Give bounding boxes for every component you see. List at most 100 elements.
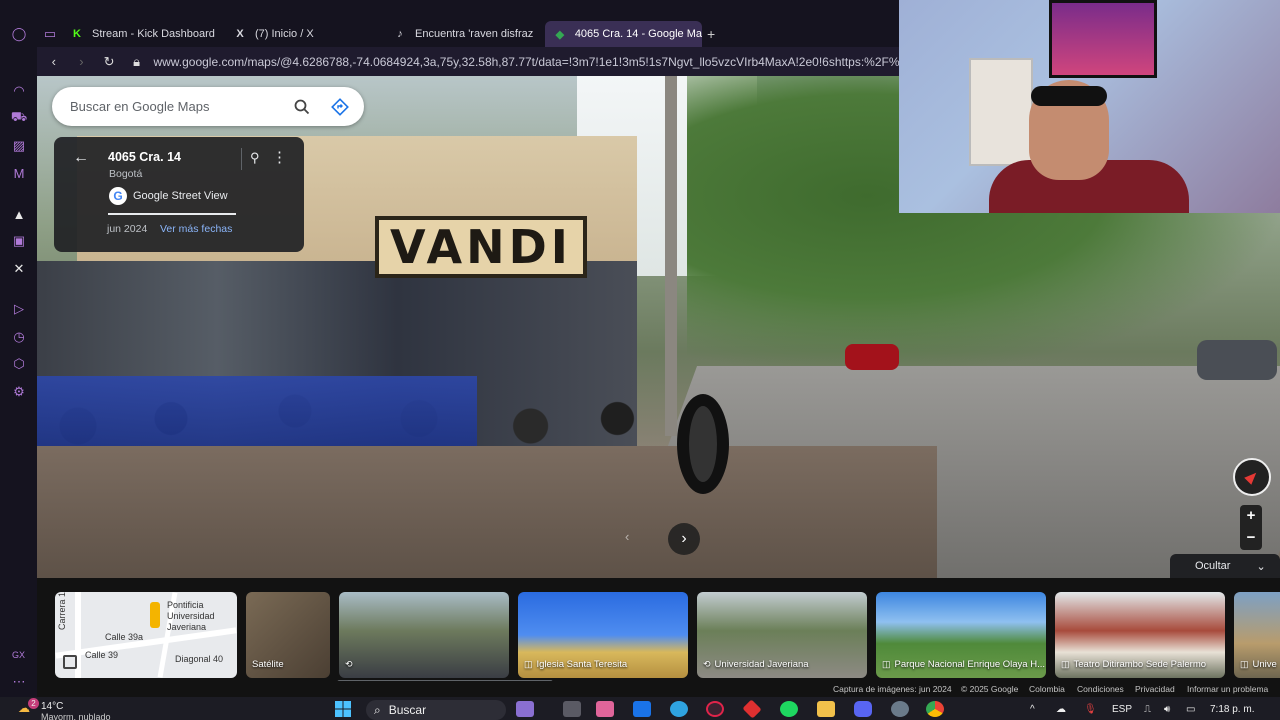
taskbar-search[interactable]: ⌕ Buscar: [366, 700, 506, 720]
extensions-icon[interactable]: ⬡: [11, 356, 27, 372]
thumbnail-parque[interactable]: ◫ Parque Nacional Enrique Olaya H...: [876, 592, 1046, 678]
tab-google-maps[interactable]: ◆ 4065 Cra. 14 - Google Ma: [545, 21, 702, 47]
copilot-icon[interactable]: [516, 701, 534, 717]
copilot-app-icon[interactable]: [596, 701, 614, 717]
thumbnail-universidad[interactable]: ⟲ Universidad Javeriana: [697, 592, 867, 678]
network-icon[interactable]: ⎍: [1144, 701, 1151, 717]
task-view-icon[interactable]: [563, 701, 581, 717]
thumbnail-label: ◫ Teatro Ditirambo Sede Palermo: [1061, 659, 1207, 670]
map-label: Pontificia: [167, 600, 204, 610]
tray-chevron-up-icon[interactable]: ^: [1030, 701, 1035, 717]
next-arrow-icon[interactable]: ›: [668, 523, 700, 555]
thumbnail-teatro[interactable]: ◫ Teatro Ditirambo Sede Palermo: [1055, 592, 1225, 678]
privacy-link[interactable]: Privacidad: [1135, 684, 1175, 694]
app-icon[interactable]: [891, 701, 909, 717]
chrome-icon[interactable]: [926, 701, 944, 717]
more-vert-icon[interactable]: ⋮: [272, 148, 287, 166]
opera-logo-icon[interactable]: ◯: [11, 26, 27, 42]
hype-icon[interactable]: ▨: [11, 138, 27, 154]
divider: [241, 148, 242, 170]
map-label: Javeriana: [167, 622, 207, 632]
language-indicator[interactable]: ESP: [1112, 701, 1132, 717]
tab-tiktok[interactable]: ♪ Encuentra 'raven disfraz: [385, 21, 535, 47]
thumbnail-label: ⟲: [345, 659, 357, 670]
maps-search-input[interactable]: [70, 99, 280, 114]
place-city: Bogotá: [109, 168, 143, 180]
report-link[interactable]: Informar un problema: [1187, 684, 1268, 694]
prev-arrow-icon[interactable]: ‹: [625, 529, 629, 544]
place-title: 4065 Cra. 14: [108, 150, 181, 164]
maps-footer: Captura de imágenes: jun 2024 © 2025 Goo…: [37, 681, 1280, 697]
zoom-in-button[interactable]: +: [1240, 505, 1262, 527]
thumbnail-partial[interactable]: ◫ Unive: [1234, 592, 1280, 678]
hide-label: Ocultar: [1195, 560, 1231, 572]
photo-icon: ◫: [1061, 659, 1070, 669]
clock[interactable]: 7:18 p. m.: [1210, 701, 1254, 717]
thumbnail-current[interactable]: ⟲: [339, 592, 509, 678]
thumbnail-satelite[interactable]: Satélite: [246, 592, 330, 678]
history-icon[interactable]: ◷: [11, 329, 27, 345]
lock-icon: 🔒︎: [133, 53, 141, 69]
app-icon[interactable]: [742, 699, 762, 719]
tab-label: Encuentra 'raven disfraz: [415, 28, 534, 40]
new-tab-icon[interactable]: +: [707, 26, 715, 42]
tab-x[interactable]: X (7) Inicio / X: [225, 21, 380, 47]
hide-thumbnails-button[interactable]: Ocultar ⌄: [1170, 554, 1280, 578]
microphone-icon[interactable]: 🎙︎: [1084, 701, 1097, 717]
country-link[interactable]: Colombia: [1029, 684, 1065, 694]
cloud-icon[interactable]: ☁: [1056, 701, 1066, 717]
kick-icon[interactable]: ▲: [11, 206, 27, 222]
player-icon[interactable]: ▷: [11, 301, 27, 317]
notification-badge: 2: [28, 698, 39, 709]
directions-icon[interactable]: [328, 95, 352, 119]
search-icon: ⌕: [374, 702, 381, 717]
settings-icon[interactable]: ⚙: [11, 384, 27, 400]
terms-link[interactable]: Condiciones: [1077, 684, 1124, 694]
compass-icon[interactable]: [1233, 458, 1271, 496]
forward-icon[interactable]: ›: [71, 54, 93, 69]
back-arrow-icon[interactable]: ←: [73, 149, 89, 167]
url-field[interactable]: www.google.com/maps/@4.6286788,-74.06849…: [153, 55, 900, 69]
battery-icon[interactable]: ▭: [1186, 701, 1195, 717]
volume-icon[interactable]: 🔊︎: [1164, 701, 1170, 717]
tab-kick[interactable]: K Stream - Kick Dashboard: [62, 21, 217, 47]
thumbnail-label: Satélite: [252, 659, 284, 670]
windows-start-icon[interactable]: [335, 701, 351, 717]
workspaces-icon[interactable]: ▭: [42, 26, 58, 42]
location-pin-icon[interactable]: ⚲: [250, 150, 260, 166]
spotify-icon[interactable]: [780, 701, 798, 717]
headband: [1031, 86, 1107, 106]
edge-icon[interactable]: [670, 701, 688, 717]
more-dates-link[interactable]: Ver más fechas: [160, 223, 232, 235]
street-view-icon: ⟲: [345, 659, 353, 669]
messenger-icon[interactable]: M: [11, 165, 27, 181]
discord-icon[interactable]: [854, 701, 872, 717]
tv: [1049, 0, 1157, 78]
maps-favicon-icon: ◆: [555, 28, 565, 41]
fullscreen-icon[interactable]: [63, 655, 77, 669]
tab-label: 4065 Cra. 14 - Google Ma: [574, 28, 702, 40]
pole: [665, 76, 677, 436]
street-view-label: Google Street View: [133, 190, 228, 202]
thumbnail-iglesia[interactable]: ◫ Iglesia Santa Teresita: [518, 592, 688, 678]
file-explorer-icon[interactable]: [817, 701, 835, 717]
grey-car: [1197, 340, 1277, 380]
tab-bar: ▭ K Stream - Kick Dashboard X (7) Inicio…: [37, 0, 900, 47]
aria-icon[interactable]: ◠: [11, 83, 27, 99]
red-car: [845, 344, 899, 370]
address-bar: ‹ › ↻ 🔒︎ www.google.com/maps/@4.6286788,…: [37, 47, 900, 76]
more-options-icon[interactable]: ⋯: [11, 674, 27, 690]
gx-label: GX: [12, 650, 26, 660]
zoom-out-button[interactable]: −: [1240, 527, 1262, 549]
opera-gx-icon[interactable]: [706, 701, 724, 717]
outlook-icon[interactable]: [633, 701, 651, 717]
shopping-icon[interactable]: ⛟: [11, 109, 27, 126]
search-icon[interactable]: [290, 95, 314, 119]
back-icon[interactable]: ‹: [43, 54, 65, 69]
satellite-thumbnail[interactable]: Pontificia Universidad Javeriana Calle 3…: [55, 592, 237, 678]
thumbnail-label: ◫ Iglesia Santa Teresita: [524, 659, 628, 670]
reload-icon[interactable]: ↻: [98, 54, 120, 70]
map-label: Calle 39: [85, 650, 119, 660]
twitch-icon[interactable]: ▣: [11, 233, 27, 249]
x-icon[interactable]: ✕: [11, 261, 27, 277]
